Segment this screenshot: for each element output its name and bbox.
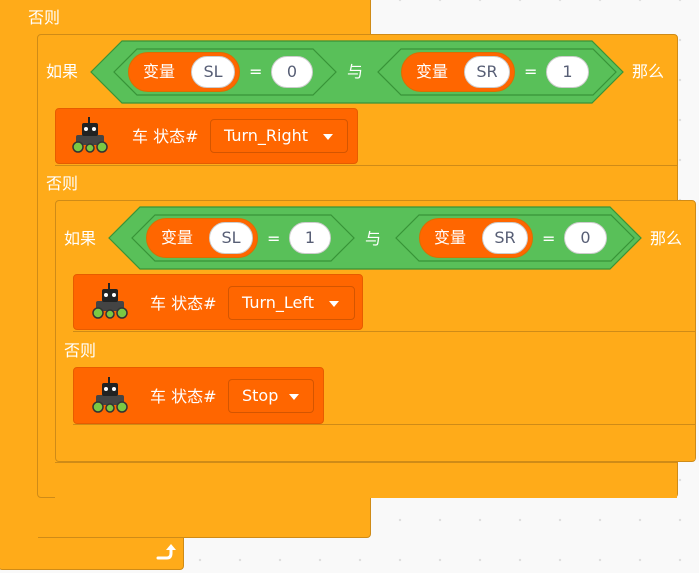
variable-label: 变量 <box>161 228 194 247</box>
car-status-dropdown-2[interactable]: Turn_Left <box>228 286 355 320</box>
robot-car-icon <box>90 377 130 419</box>
variable-label: 变量 <box>434 228 467 247</box>
if-else-1-right-gap-1 <box>358 108 678 164</box>
dropdown-value: Turn_Left <box>242 293 315 312</box>
variable-reporter-sr-1[interactable]: 变量 SR <box>401 52 515 92</box>
value-input-2b[interactable]: 0 <box>564 222 607 254</box>
then-label-1: 那么 <box>632 62 665 81</box>
variable-name-pill[interactable]: SR <box>464 56 510 88</box>
loop-inner-fill <box>0 0 18 538</box>
dropdown-value: Turn_Right <box>224 126 309 145</box>
if-label-2: 如果 <box>64 229 97 248</box>
car-status-block-2[interactable]: 车 状态# Turn_Left <box>73 274 363 330</box>
car-status-block-1[interactable]: 车 状态# Turn_Right <box>55 108 358 164</box>
car-status-label: 车 状态# <box>150 387 217 406</box>
car-status-label: 车 状态# <box>132 127 199 146</box>
variable-name-pill[interactable]: SL <box>191 56 235 88</box>
if-else-1-arm <box>38 108 56 493</box>
variable-name-pill[interactable]: SR <box>482 222 528 254</box>
value-input-1b[interactable]: 1 <box>546 56 589 88</box>
chevron-down-icon <box>323 134 333 140</box>
if-else-2-arm <box>56 274 74 457</box>
loop-arrow-icon <box>152 540 176 568</box>
if-else-2-bottom-bar <box>73 424 695 460</box>
if-label-1: 如果 <box>46 62 79 81</box>
else-label-2: 否则 <box>64 341 97 360</box>
equals-sign: = <box>542 229 556 248</box>
car-status-label: 车 状态# <box>150 294 217 313</box>
outer-else-label: 否则 <box>28 8 61 27</box>
chevron-down-icon <box>289 394 299 400</box>
variable-reporter-sl-1[interactable]: 变量 SL <box>128 52 240 92</box>
car-status-block-3[interactable]: 车 状态# Stop <box>73 367 324 424</box>
equals-sign: = <box>267 229 281 248</box>
equals-sign: = <box>524 62 538 81</box>
car-status-dropdown-1[interactable]: Turn_Right <box>210 119 348 153</box>
outer-if-arm <box>18 0 38 538</box>
variable-reporter-sl-2[interactable]: 变量 SL <box>146 218 258 258</box>
equals-sign: = <box>249 62 263 81</box>
value-input-1a[interactable]: 0 <box>271 56 313 88</box>
then-label-2: 那么 <box>650 229 683 248</box>
variable-label: 变量 <box>143 62 176 81</box>
car-status-dropdown-3[interactable]: Stop <box>228 379 314 413</box>
and-label-2: 与 <box>365 229 382 248</box>
if-else-1-else-bar <box>55 165 677 201</box>
value-input-2a[interactable]: 1 <box>289 222 331 254</box>
variable-reporter-sr-2[interactable]: 变量 SR <box>419 218 533 258</box>
if-else-1-bottom-bar <box>55 462 677 498</box>
robot-car-icon <box>70 117 110 159</box>
chevron-down-icon <box>329 301 339 307</box>
variable-label: 变量 <box>416 62 449 81</box>
else-label-1: 否则 <box>46 174 79 193</box>
and-label-1: 与 <box>347 62 364 81</box>
dropdown-value: Stop <box>242 386 279 405</box>
robot-car-icon <box>90 283 130 325</box>
if-else-2-else-bar <box>73 331 695 367</box>
variable-name-pill[interactable]: SL <box>209 222 253 254</box>
